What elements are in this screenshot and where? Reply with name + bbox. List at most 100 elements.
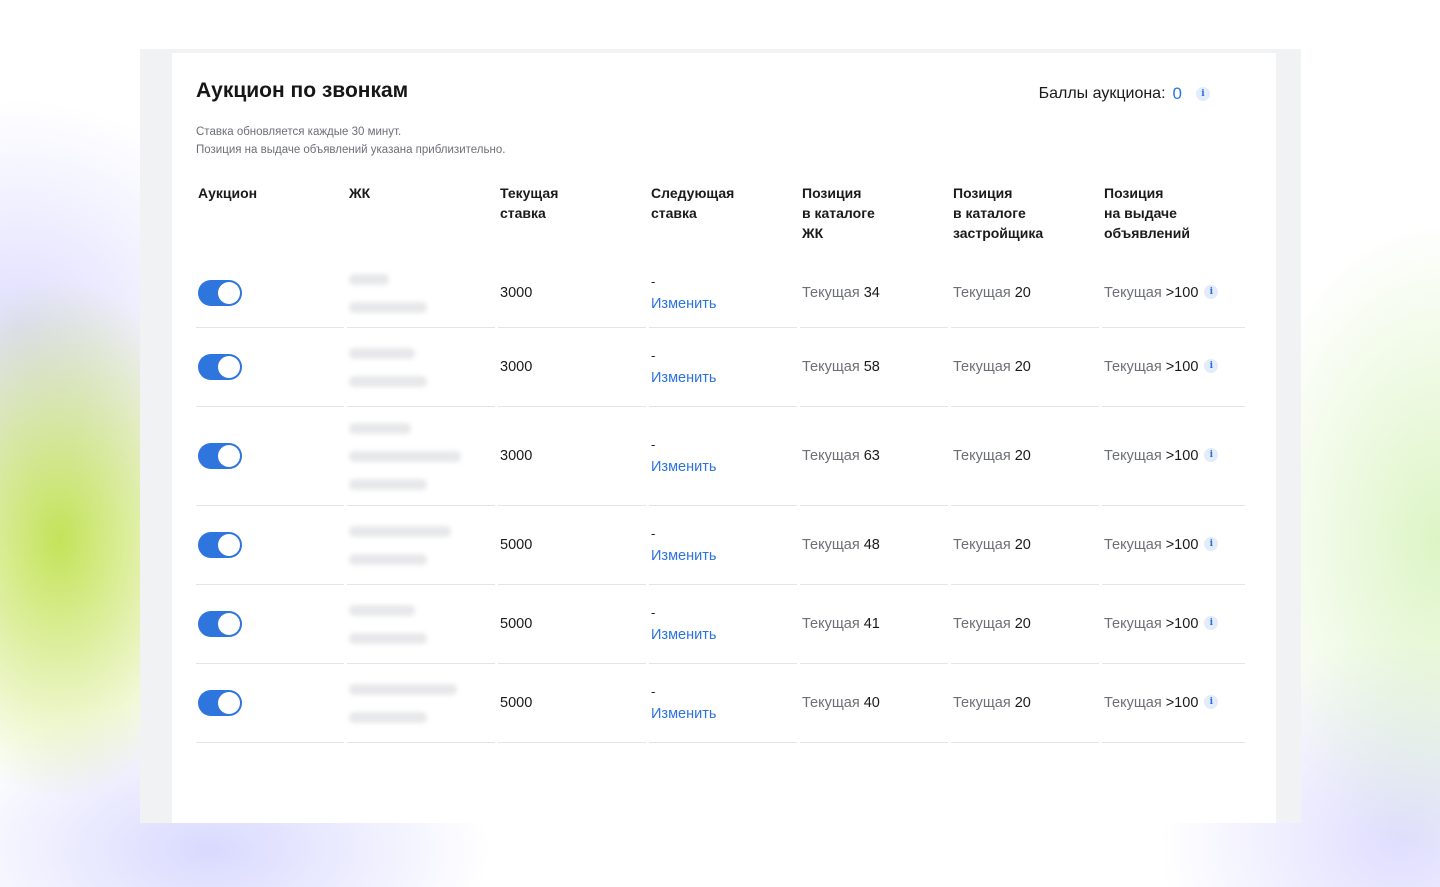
auction-toggle[interactable] [198,443,242,469]
info-icon[interactable]: i [1204,694,1219,709]
current-bid-value: 3000 [500,448,533,464]
toggle-knob [218,692,240,714]
auction-points: Баллы аукциона: 0 i [1039,84,1210,104]
current-bid-cell: 3000 [498,259,646,328]
info-icon[interactable]: i [1204,447,1219,462]
update-notice-line: Ставка обновляется каждые 30 минут. [196,126,402,138]
pos-listing-wrap: Текущая >100 i [1104,615,1219,632]
current-bid-value: 5000 [500,616,533,632]
auction-toggle[interactable] [198,532,242,558]
info-icon[interactable]: i [1204,536,1219,551]
auction-table: Аукцион ЖК Текущая ставка Следующая став… [196,183,1245,743]
redacted-text-line [349,683,457,695]
pos-catalog-developer-value: 20 [1014,285,1031,301]
pos-listing-value: >100 [1165,285,1199,301]
auction-toggle[interactable] [198,280,242,306]
current-bid-cell: 5000 [498,664,646,743]
auction-cell [196,664,344,743]
change-bid-link[interactable]: Изменить [651,627,716,643]
next-bid-cell: - Изменить [649,585,797,664]
change-bid-link[interactable]: Изменить [651,459,716,475]
redacted-text-line [349,478,427,490]
pos-listing-cell: Текущая >100 i [1102,506,1245,585]
column-header-next-bid: Следующая ставка [651,185,735,221]
next-bid-cell: - Изменить [649,664,797,743]
position-label: Текущая [1104,359,1162,375]
current-bid-value: 5000 [500,695,533,711]
info-icon[interactable]: i [1204,284,1219,299]
complex-cell [347,585,495,664]
position-label: Текущая [802,448,860,464]
redacted-text-line [349,273,389,285]
pos-listing-value: >100 [1165,537,1199,553]
table-row: 3000 - Изменить Текущая 63 Текущая 20 Те… [196,407,1245,506]
current-bid-cell: 5000 [498,506,646,585]
pos-listing-wrap: Текущая >100 i [1104,284,1219,301]
change-bid-link[interactable]: Изменить [651,706,716,722]
pos-catalog-developer-cell: Текущая 20 [951,585,1099,664]
change-bid-link[interactable]: Изменить [651,548,716,564]
change-bid-link[interactable]: Изменить [651,370,716,386]
toggle-knob [218,356,240,378]
auction-toggle[interactable] [198,354,242,380]
pos-catalog-developer-cell: Текущая 20 [951,407,1099,506]
pos-catalog-developer-cell: Текущая 20 [951,506,1099,585]
column-header-complex: ЖК [349,185,371,201]
pos-listing-value: >100 [1165,616,1199,632]
position-label: Текущая [1104,695,1162,711]
complex-cell [347,259,495,328]
pos-listing-wrap: Текущая >100 i [1104,447,1219,464]
pos-catalog-complex-cell: Текущая 34 [800,259,948,328]
redacted-text-line [349,632,427,644]
auction-toggle[interactable] [198,611,242,637]
complex-name-redacted [349,525,451,565]
change-bid-link[interactable]: Изменить [651,296,716,312]
current-bid-value: 3000 [500,285,533,301]
complex-name-redacted [349,422,461,490]
current-bid-cell: 5000 [498,585,646,664]
pos-catalog-developer-cell: Текущая 20 [951,259,1099,328]
pos-catalog-complex-value: 63 [863,448,880,464]
pos-catalog-complex-value: 48 [863,537,880,553]
toggle-knob [218,445,240,467]
position-label: Текущая [953,695,1011,711]
position-label: Текущая [953,359,1011,375]
auction-cell [196,259,344,328]
next-bid-cell: - Изменить [649,328,797,407]
position-label: Текущая [1104,285,1162,301]
auction-cell [196,328,344,407]
next-bid-value: - [651,605,656,620]
current-bid-cell: 3000 [498,407,646,506]
next-bid-value: - [651,684,656,699]
table-row: 3000 - Изменить Текущая 58 Текущая 20 Те… [196,328,1245,407]
pos-catalog-developer-value: 20 [1014,359,1031,375]
position-label: Текущая [1104,448,1162,464]
info-icon[interactable]: i [1196,87,1210,101]
pos-listing-value: >100 [1165,695,1199,711]
column-header-pos-catalog-complex: Позиция в каталоге ЖК [802,185,875,241]
next-bid-value: - [651,274,656,289]
position-label: Текущая [953,448,1011,464]
pos-catalog-developer-value: 20 [1014,695,1031,711]
pos-catalog-developer-value: 20 [1014,537,1031,553]
pos-catalog-developer-value: 20 [1014,616,1031,632]
position-label: Текущая [802,695,860,711]
position-notice-line: Позиция на выдаче объявлений указана при… [196,144,506,156]
column-header-pos-listing: Позиция на выдаче объявлений [1104,185,1190,241]
info-icon[interactable]: i [1204,615,1219,630]
current-bid-value: 3000 [500,359,533,375]
pos-catalog-complex-cell: Текущая 40 [800,664,948,743]
next-bid-cell: - Изменить [649,407,797,506]
toggle-knob [218,613,240,635]
pos-listing-cell: Текущая >100 i [1102,328,1245,407]
pos-catalog-complex-cell: Текущая 48 [800,506,948,585]
info-icon[interactable]: i [1204,358,1219,373]
position-label: Текущая [953,537,1011,553]
next-bid-cell: - Изменить [649,259,797,328]
pos-catalog-complex-cell: Текущая 58 [800,328,948,407]
complex-cell [347,328,495,407]
pos-catalog-complex-cell: Текущая 41 [800,585,948,664]
auction-toggle[interactable] [198,690,242,716]
complex-name-redacted [349,347,427,387]
pos-catalog-complex-value: 41 [863,616,880,632]
